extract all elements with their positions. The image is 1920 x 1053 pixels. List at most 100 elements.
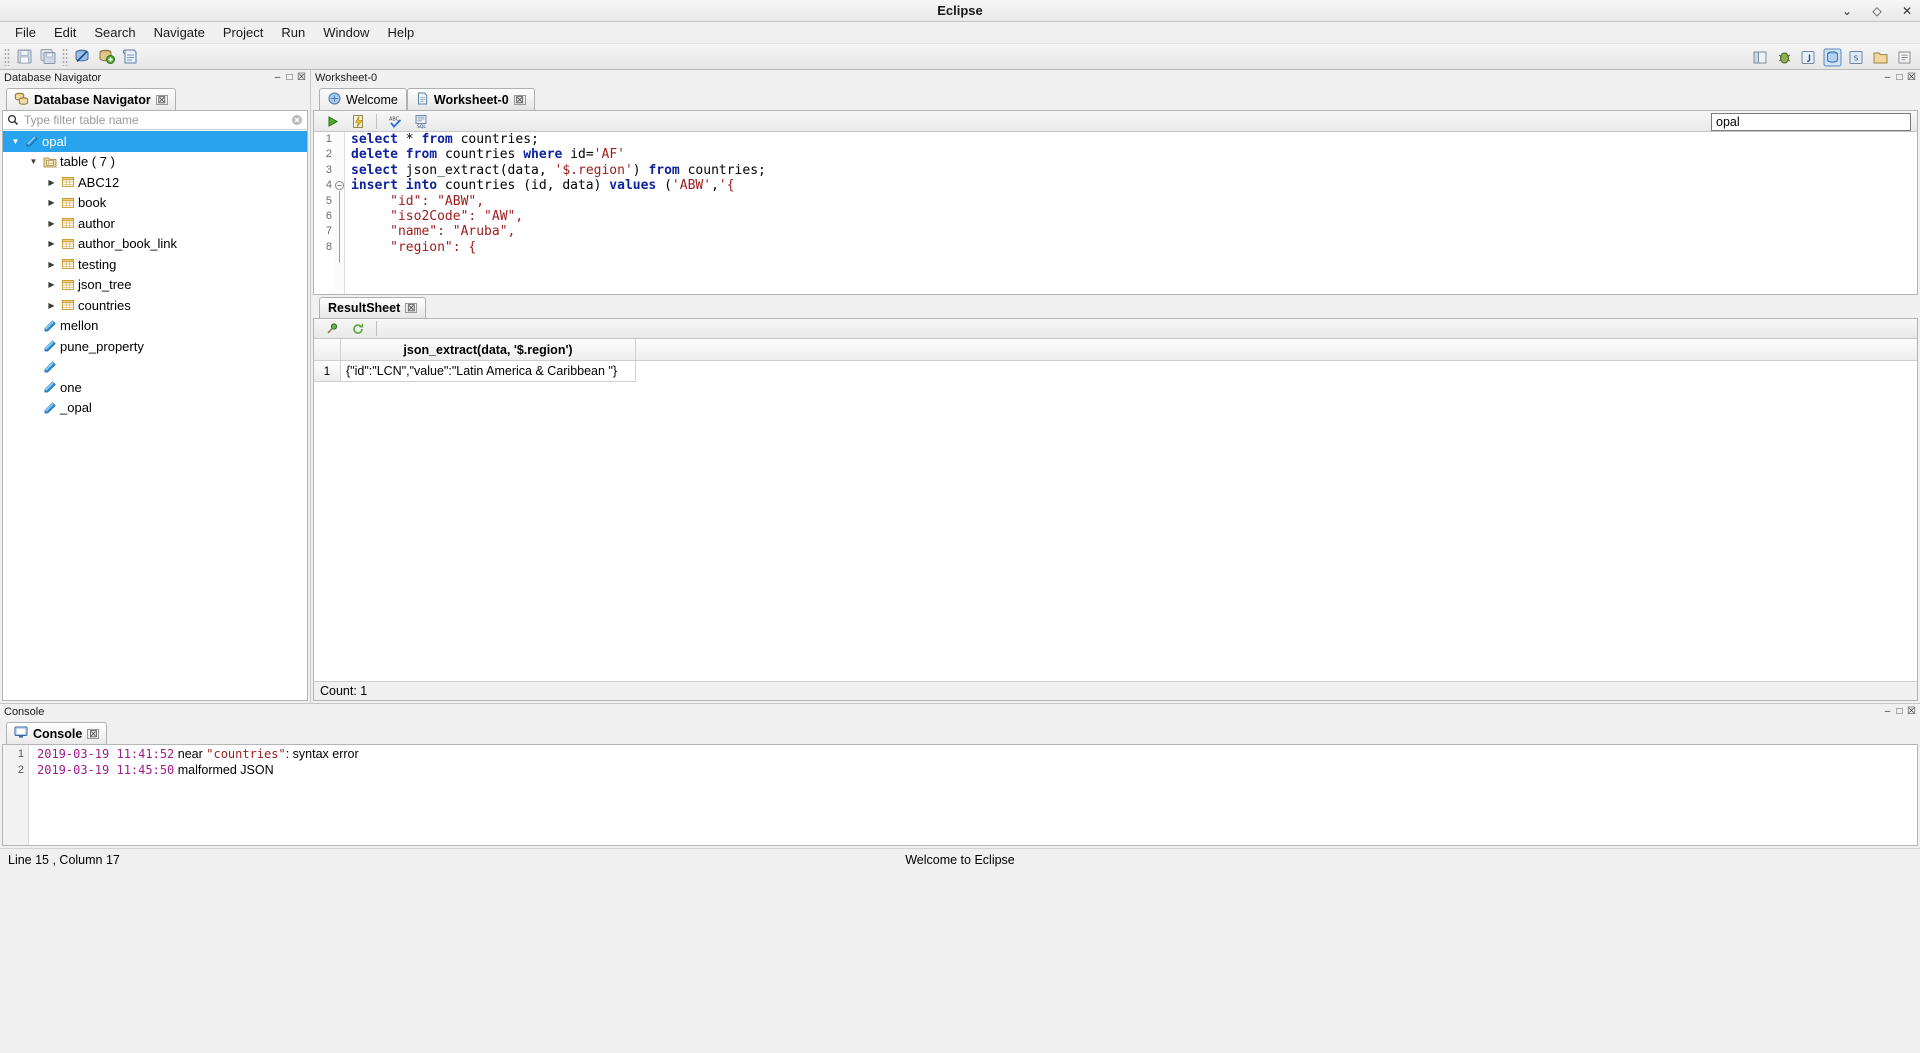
- tab-console[interactable]: Console ☒: [6, 722, 108, 744]
- filter-input[interactable]: [21, 112, 289, 128]
- console-output[interactable]: 12 2019-03-19 11:41:52 near "countries":…: [2, 744, 1918, 846]
- tree-item-table-7[interactable]: ▼ table ( 7 ): [3, 152, 307, 173]
- cell-json-extract[interactable]: {"id":"LCN","value":"Latin America & Car…: [341, 361, 636, 382]
- tree-item-json_tree[interactable]: ▶ json_tree: [3, 275, 307, 296]
- sql-perspective-icon[interactable]: S: [1845, 46, 1867, 68]
- connection-combo[interactable]: opal: [1711, 113, 1911, 131]
- java-perspective-icon[interactable]: [1797, 46, 1819, 68]
- tree-item-author[interactable]: ▶ author: [3, 213, 307, 234]
- tree-item-book[interactable]: ▶ book: [3, 193, 307, 214]
- close-icon[interactable]: ☒: [405, 303, 418, 313]
- menu-project[interactable]: Project: [214, 23, 272, 42]
- menu-run[interactable]: Run: [272, 23, 314, 42]
- menu-help[interactable]: Help: [378, 23, 423, 42]
- close-view-icon[interactable]: ☒: [297, 73, 306, 83]
- close-button[interactable]: ✕: [1900, 4, 1914, 18]
- close-console-icon[interactable]: ☒: [1907, 707, 1916, 717]
- refresh-result-icon[interactable]: [347, 318, 369, 340]
- database-perspective-icon[interactable]: [1821, 46, 1843, 68]
- minimize-button[interactable]: ⌄: [1840, 4, 1854, 18]
- execute-script-icon[interactable]: [347, 110, 369, 132]
- chevron-right-icon[interactable]: ▶: [45, 198, 58, 207]
- code-line[interactable]: "id": "ABW",: [351, 194, 1917, 209]
- tab-worksheet-0[interactable]: Worksheet-0 ☒: [406, 88, 535, 110]
- tree-item-mellon[interactable]: mellon: [3, 316, 307, 337]
- spellcheck-icon[interactable]: ABC: [384, 110, 406, 132]
- maximize-editor-icon[interactable]: □: [1895, 73, 1904, 83]
- code-line[interactable]: "iso2Code": "AW",: [351, 209, 1917, 224]
- minimize-console-icon[interactable]: –: [1883, 707, 1892, 717]
- menu-search[interactable]: Search: [85, 23, 144, 42]
- format-sql-icon[interactable]: SQL: [410, 110, 432, 132]
- navigator-view-buttons: – □ ☒: [273, 73, 310, 83]
- tree-item-_opal[interactable]: _opal: [3, 398, 307, 419]
- close-icon[interactable]: ☒: [155, 94, 168, 105]
- fold-collapse-icon[interactable]: −: [335, 181, 344, 191]
- code-line[interactable]: delete from countries where id='AF': [351, 147, 1917, 162]
- toolbar-grip[interactable]: [4, 47, 10, 66]
- folding-margin[interactable]: −: [334, 132, 345, 294]
- tree-item-testing[interactable]: ▶ testing: [3, 254, 307, 275]
- quick-access-icon[interactable]: [1893, 46, 1915, 68]
- new-sql-worksheet-icon[interactable]: [119, 46, 141, 68]
- tab-resultsheet[interactable]: ResultSheet ☒: [319, 297, 427, 318]
- table-row[interactable]: 1 {"id":"LCN","value":"Latin America & C…: [314, 361, 1917, 382]
- tree-item-countries[interactable]: ▶ countries: [3, 295, 307, 316]
- chevron-right-icon[interactable]: ▶: [45, 260, 58, 269]
- close-editor-icon[interactable]: ☒: [1907, 73, 1916, 83]
- add-database-icon[interactable]: [95, 46, 117, 68]
- tree-item[interactable]: [3, 357, 307, 378]
- menu-edit[interactable]: Edit: [45, 23, 85, 42]
- resource-perspective-icon[interactable]: [1869, 46, 1891, 68]
- code-lines[interactable]: select * from countries; delete from coun…: [345, 132, 1917, 294]
- minimize-editor-icon[interactable]: –: [1883, 73, 1892, 83]
- minimize-view-icon[interactable]: –: [273, 73, 282, 83]
- tree-item-one[interactable]: one: [3, 377, 307, 398]
- clear-icon[interactable]: [289, 114, 305, 126]
- chevron-down-icon[interactable]: ▼: [27, 157, 40, 166]
- tree-item-opal[interactable]: ▼ opal: [3, 131, 307, 152]
- code-line[interactable]: select * from countries;: [351, 132, 1917, 147]
- line-number: 2: [325, 148, 332, 161]
- tree-item-pune_property[interactable]: pune_property: [3, 336, 307, 357]
- save-all-icon[interactable]: [37, 46, 59, 68]
- tree-item-author_book_link[interactable]: ▶ author_book_link: [3, 234, 307, 255]
- open-perspective-icon[interactable]: [1749, 46, 1771, 68]
- chevron-right-icon[interactable]: ▶: [45, 219, 58, 228]
- code-line[interactable]: "name": "Aruba",: [351, 224, 1917, 239]
- chevron-right-icon[interactable]: ▶: [45, 239, 58, 248]
- maximize-view-icon[interactable]: □: [285, 73, 294, 83]
- editor-view-header: Worksheet-0 – □ ☒: [311, 70, 1920, 86]
- menu-file[interactable]: File: [6, 23, 45, 42]
- chevron-right-icon[interactable]: ▶: [45, 301, 58, 310]
- tab-database-navigator[interactable]: Database Navigator ☒: [6, 88, 176, 110]
- close-icon[interactable]: ☒: [513, 94, 526, 105]
- save-icon[interactable]: [13, 46, 35, 68]
- code-line[interactable]: select json_extract(data, '$.region') fr…: [351, 163, 1917, 178]
- execute-icon[interactable]: [321, 110, 343, 132]
- tree-item-label: author_book_link: [78, 236, 178, 252]
- debug-perspective-icon[interactable]: [1773, 46, 1795, 68]
- code-area[interactable]: 1 2 3 4 5 6 7 8 − select * from countries; delet…: [314, 132, 1917, 294]
- chevron-down-icon[interactable]: ▼: [9, 137, 22, 146]
- maximize-button[interactable]: ◇: [1870, 4, 1884, 18]
- maximize-console-icon[interactable]: □: [1895, 707, 1904, 717]
- result-tab-label: ResultSheet: [328, 301, 401, 315]
- code-line[interactable]: "region": {: [351, 240, 1917, 255]
- menu-window[interactable]: Window: [314, 23, 378, 42]
- disconnect-database-icon[interactable]: [71, 46, 93, 68]
- column-header[interactable]: json_extract(data, '$.region'): [341, 339, 636, 361]
- code-line[interactable]: insert into countries (id, data) values …: [351, 178, 1917, 193]
- toolbar-grip-db[interactable]: [62, 47, 68, 66]
- close-icon[interactable]: ☒: [87, 728, 100, 739]
- tree-item-abc12[interactable]: ▶ ABC12: [3, 172, 307, 193]
- folder-table-icon: [40, 155, 60, 169]
- row-number: 1: [314, 361, 341, 382]
- tab-welcome[interactable]: Welcome: [319, 88, 407, 110]
- database-tree[interactable]: ▼ opal ▼ table ( 7 ) ▶ ABC12 ▶ book ▶ author ▶ auth…: [3, 130, 307, 700]
- menu-navigate[interactable]: Navigate: [145, 23, 214, 42]
- chevron-right-icon[interactable]: ▶: [45, 178, 58, 187]
- chevron-right-icon[interactable]: ▶: [45, 280, 58, 289]
- result-grid[interactable]: json_extract(data, '$.region') 1 {"id":"…: [314, 339, 1917, 681]
- pin-result-icon[interactable]: [321, 318, 343, 340]
